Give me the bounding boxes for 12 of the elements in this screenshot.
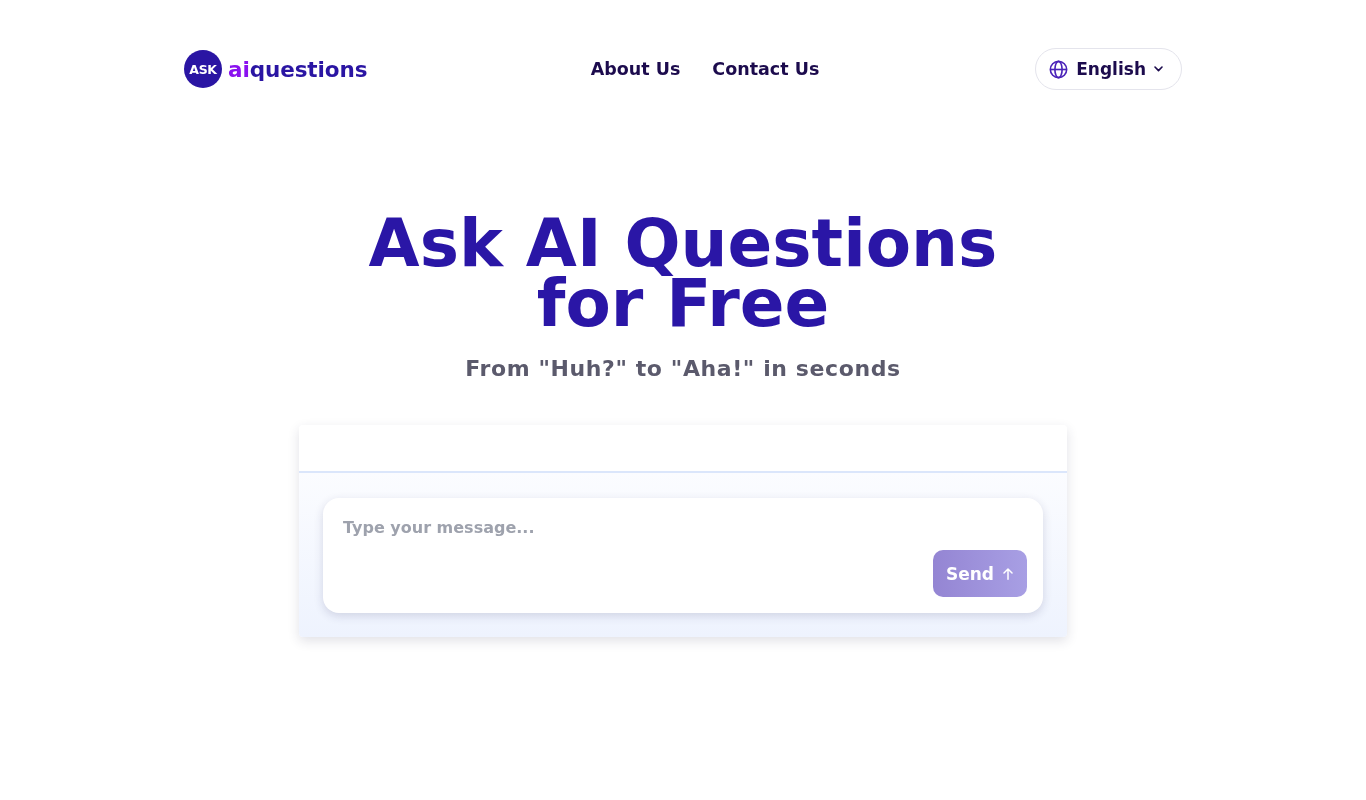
logo-wordmark: aiquestions <box>228 56 368 82</box>
logo-badge: ASK <box>184 50 222 88</box>
language-selector[interactable]: English <box>1035 48 1182 90</box>
hero-subtitle: From "Huh?" to "Aha!" in seconds <box>465 356 901 381</box>
nav-link[interactable]: About Us <box>590 59 681 79</box>
site-logo[interactable]: ASK aiquestions <box>184 50 368 88</box>
nav-link[interactable]: Contact Us <box>712 59 820 79</box>
hero-title: Ask AI Questions for Free <box>367 210 999 338</box>
chevron-down-icon <box>1154 66 1163 72</box>
arrow-up-icon <box>1003 567 1013 580</box>
message-field[interactable]: Type your message... <box>343 514 1027 550</box>
globe-icon <box>1049 59 1069 79</box>
